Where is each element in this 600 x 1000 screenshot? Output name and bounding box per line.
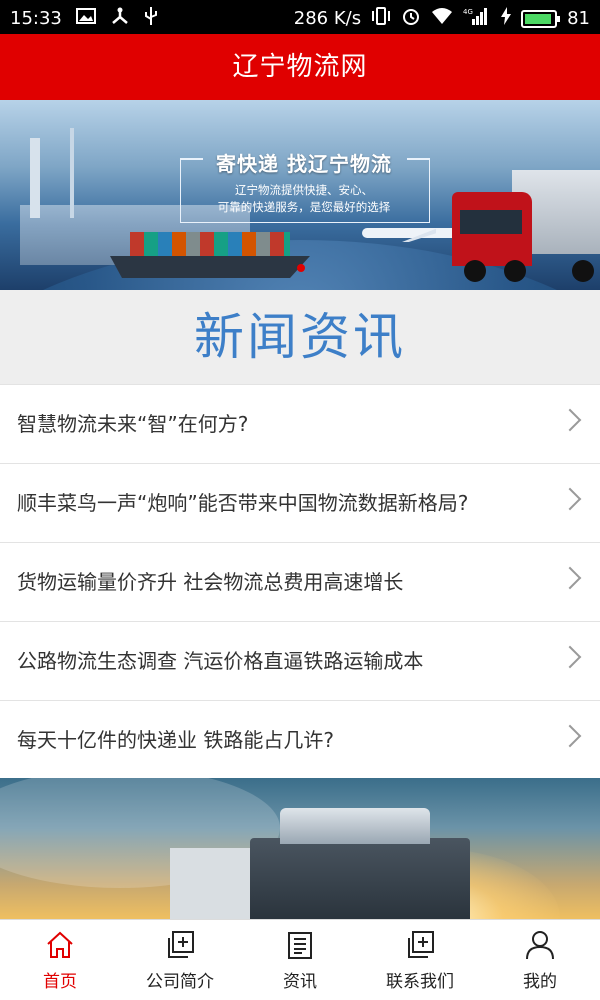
- news-item[interactable]: 货物运输量价齐升 社会物流总费用高速增长: [0, 543, 600, 622]
- home-icon: [45, 930, 75, 960]
- chevron-right-icon: [558, 566, 582, 590]
- news-item[interactable]: 每天十亿件的快递业 铁路能占几许?: [0, 701, 600, 780]
- chevron-right-icon: [558, 645, 582, 669]
- news-list: 智慧物流未来“智”在何方? 顺丰菜鸟一声“炮响”能否带来中国物流数据新格局? 货…: [0, 384, 600, 780]
- banner-subtitle: 辽宁物流提供快捷、安心、: [235, 183, 373, 197]
- page-title: 辽宁物流网: [232, 52, 368, 82]
- charging-icon: [501, 7, 512, 30]
- nav-company-intro[interactable]: 公司简介: [120, 920, 240, 1000]
- news-item-title: 公路物流生态调查 汽运价格直逼铁路运输成本: [17, 649, 424, 673]
- nav-news[interactable]: 资讯: [240, 920, 360, 1000]
- chevron-right-icon: [558, 408, 582, 432]
- chevron-right-icon: [558, 724, 582, 748]
- news-item[interactable]: 顺丰菜鸟一声“炮响”能否带来中国物流数据新格局?: [0, 464, 600, 543]
- news-item-title: 顺丰菜鸟一声“炮响”能否带来中国物流数据新格局?: [17, 491, 469, 515]
- banner-carousel[interactable]: 寄快递 找辽宁物流 辽宁物流提供快捷、安心、 可靠的快递服务，是您最好的选择: [0, 100, 600, 290]
- usb-debug-icon: [110, 7, 130, 30]
- add-square-icon: [165, 930, 195, 960]
- cargo-ship-graphic: [110, 230, 310, 278]
- image-icon: [75, 8, 96, 29]
- app-header: 辽宁物流网: [0, 34, 600, 100]
- carousel-indicator[interactable]: [297, 264, 305, 272]
- add-square-icon: [405, 930, 435, 960]
- status-time: 15:33: [10, 8, 62, 29]
- nav-label: 资讯: [283, 972, 317, 992]
- nav-profile[interactable]: 我的: [480, 920, 600, 1000]
- eiffel-tower-graphic: [70, 128, 74, 218]
- nav-label: 公司简介: [146, 972, 214, 992]
- user-icon: [525, 930, 555, 960]
- document-icon: [285, 930, 315, 960]
- signal-icon: 4G: [463, 7, 491, 30]
- usb-icon: [144, 6, 158, 31]
- nav-label: 首页: [43, 972, 77, 992]
- network-type: 4G: [463, 8, 473, 16]
- news-item-title: 货物运输量价齐升 社会物流总费用高速增长: [17, 570, 404, 594]
- truck-photo[interactable]: [0, 778, 600, 920]
- wifi-icon: [431, 7, 453, 30]
- bottom-nav: 首页 公司简介 资讯 联系我们 我的: [0, 919, 600, 1000]
- news-item-title: 每天十亿件的快递业 铁路能占几许?: [17, 728, 334, 752]
- battery-icon: [521, 9, 561, 28]
- status-bar: 15:33 286 K/s 4G 81: [0, 0, 600, 34]
- network-speed: 286 K/s: [293, 8, 362, 29]
- nav-label: 联系我们: [386, 972, 454, 992]
- tower-graphic: [30, 138, 40, 218]
- banner-headline: 寄快递 找辽宁物流: [216, 152, 392, 176]
- news-item-title: 智慧物流未来“智”在何方?: [17, 412, 249, 436]
- news-item[interactable]: 智慧物流未来“智”在何方?: [0, 384, 600, 464]
- news-section-title: 新闻资讯: [194, 308, 406, 366]
- alarm-icon: [401, 6, 421, 31]
- chevron-right-icon: [558, 487, 582, 511]
- banner-subtitle: 可靠的快递服务，是您最好的选择: [217, 200, 391, 214]
- nav-home[interactable]: 首页: [0, 920, 120, 1000]
- news-item[interactable]: 公路物流生态调查 汽运价格直逼铁路运输成本: [0, 622, 600, 701]
- news-section-header: 新闻资讯: [0, 290, 600, 384]
- nav-label: 我的: [523, 972, 557, 992]
- nav-contact[interactable]: 联系我们: [360, 920, 480, 1000]
- vibrate-icon: [371, 7, 391, 30]
- battery-level: 81: [567, 8, 590, 29]
